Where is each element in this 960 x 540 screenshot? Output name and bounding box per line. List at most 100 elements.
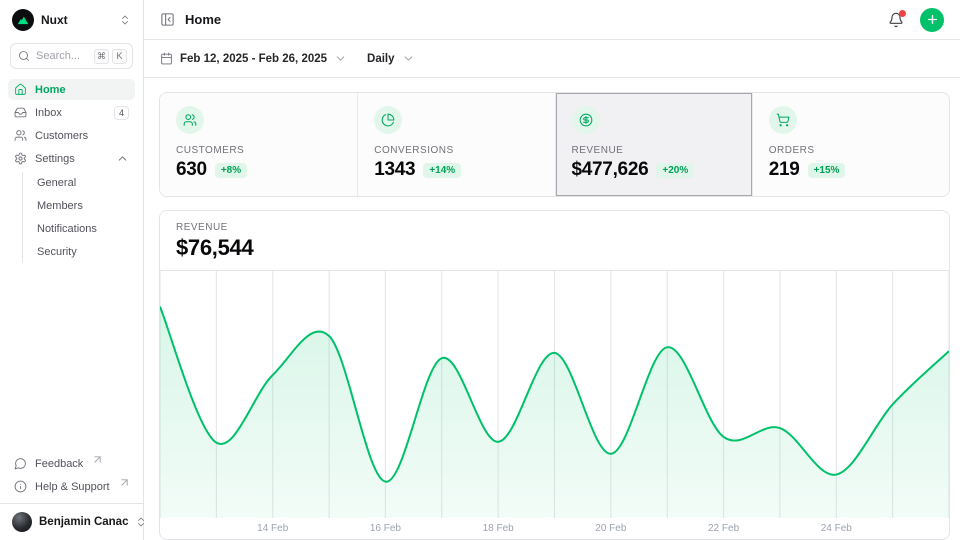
sidebar-sub-item-members[interactable]: Members xyxy=(23,195,135,216)
search-shortcut: ⌘ K xyxy=(94,49,127,64)
sidebar-item-inbox[interactable]: Inbox 4 xyxy=(8,102,135,123)
stat-value: 630 xyxy=(176,159,207,181)
footer-link-label: Feedback xyxy=(35,458,83,470)
revenue-area-chart[interactable] xyxy=(160,271,949,518)
page-title: Home xyxy=(185,12,878,27)
notifications-button[interactable] xyxy=(888,12,904,28)
x-axis-tick: 24 Feb xyxy=(821,523,852,534)
x-axis-tick: 18 Feb xyxy=(483,523,514,534)
search-placeholder: Search... xyxy=(36,50,88,62)
x-axis-tick: 14 Feb xyxy=(257,523,288,534)
stat-label: CUSTOMERS xyxy=(176,145,341,156)
team-switcher-button[interactable]: Nuxt xyxy=(12,9,131,31)
sidebar-spacer xyxy=(0,263,143,453)
period-select[interactable]: Daily xyxy=(367,52,415,65)
panel-left-close-icon xyxy=(160,12,175,27)
stat-card-revenue[interactable]: REVENUE $477,626 +20% xyxy=(555,93,752,196)
settings-sub-menu: GeneralMembersNotificationsSecurity xyxy=(22,172,135,262)
sidebar-item-label: Inbox xyxy=(35,107,106,119)
pie-chart-icon xyxy=(374,106,402,134)
sidebar-item-label: Customers xyxy=(35,130,129,142)
info-icon xyxy=(14,480,27,493)
chevron-up-icon xyxy=(116,152,129,165)
sidebar-user-section: Benjamin Canac xyxy=(0,503,143,540)
stat-delta-badge: +8% xyxy=(215,163,247,178)
add-button[interactable] xyxy=(920,8,944,32)
message-circle-icon xyxy=(14,457,27,470)
team-name: Nuxt xyxy=(41,13,112,27)
stat-value-row: 219 +15% xyxy=(769,159,933,181)
stat-value-row: 1343 +14% xyxy=(374,159,538,181)
chevrons-up-down-icon xyxy=(119,14,131,26)
kbd-cmd: ⌘ xyxy=(94,49,109,64)
sidebar-item-home[interactable]: Home xyxy=(8,79,135,100)
date-range-label: Feb 12, 2025 - Feb 26, 2025 xyxy=(180,53,327,65)
stat-label: CONVERSIONS xyxy=(374,145,538,156)
period-label: Daily xyxy=(367,53,395,65)
avatar xyxy=(12,512,32,532)
stats-row: CUSTOMERS 630 +8% CONVERSIONS 1343 +14% … xyxy=(159,92,950,197)
stat-label: REVENUE xyxy=(572,145,736,156)
revenue-chart-panel: REVENUE $76,544 14 Feb 16 Feb 18 Feb 20 Feb… xyxy=(159,210,950,540)
stat-value: $477,626 xyxy=(572,159,649,181)
app-window: Nuxt Search... ⌘ K Home Inbox 4 Customer… xyxy=(0,0,960,540)
cart-icon xyxy=(769,106,797,134)
sidebar-sub-item-general[interactable]: General xyxy=(23,172,135,193)
search-icon xyxy=(18,50,30,62)
stat-value: 1343 xyxy=(374,159,415,181)
users-stat-icon xyxy=(176,106,204,134)
arrow-up-right-icon xyxy=(118,476,131,489)
chart-total: $76,544 xyxy=(176,235,933,261)
chart-header: REVENUE $76,544 xyxy=(160,211,949,271)
content: CUSTOMERS 630 +8% CONVERSIONS 1343 +14% … xyxy=(144,78,960,540)
chevron-down-icon xyxy=(334,52,347,65)
search-input[interactable]: Search... ⌘ K xyxy=(10,43,133,69)
arrow-up-right-icon xyxy=(91,453,104,466)
chevron-down-icon xyxy=(402,52,415,65)
filterbar: Feb 12, 2025 - Feb 26, 2025 Daily xyxy=(144,40,960,78)
sidebar-item-customers[interactable]: Customers xyxy=(8,125,135,146)
chart-x-axis: 14 Feb 16 Feb 18 Feb 20 Feb 22 Feb 24 Feb xyxy=(160,518,949,539)
plus-icon xyxy=(926,13,939,26)
sidebar: Nuxt Search... ⌘ K Home Inbox 4 Customer… xyxy=(0,0,144,540)
sidebar-item-label: Home xyxy=(35,84,129,96)
sidebar-item-label: Settings xyxy=(35,153,108,165)
main-area: Home Feb 12, 2025 - Feb 26, 2025 Daily xyxy=(144,0,960,540)
sidebar-sub-item-notifications[interactable]: Notifications xyxy=(23,218,135,239)
user-menu-button[interactable]: Benjamin Canac xyxy=(12,512,131,532)
chart-label: REVENUE xyxy=(176,222,933,233)
stat-value: 219 xyxy=(769,159,800,181)
sidebar-header: Nuxt xyxy=(0,0,143,35)
sidebar-item-settings[interactable]: Settings xyxy=(8,148,135,169)
calendar-icon xyxy=(160,52,173,65)
house-icon xyxy=(14,83,27,96)
stat-value-row: $477,626 +20% xyxy=(572,159,736,181)
sidebar-link-feedback[interactable]: Feedback xyxy=(8,453,135,474)
kbd-k: K xyxy=(112,49,127,64)
stat-delta-badge: +14% xyxy=(423,163,461,178)
collapse-sidebar-button[interactable] xyxy=(160,12,175,27)
user-name: Benjamin Canac xyxy=(39,516,128,528)
inbox-count-badge: 4 xyxy=(114,106,129,120)
sidebar-nav: Home Inbox 4 Customers Settings GeneralM… xyxy=(0,79,143,263)
stat-delta-badge: +15% xyxy=(808,163,846,178)
stat-label: ORDERS xyxy=(769,145,933,156)
inbox-icon xyxy=(14,106,27,119)
notification-dot xyxy=(899,10,906,17)
x-axis-tick: 16 Feb xyxy=(370,523,401,534)
dollar-circle-icon xyxy=(572,106,600,134)
x-axis-tick: 20 Feb xyxy=(595,523,626,534)
topbar: Home xyxy=(144,0,960,40)
date-range-picker[interactable]: Feb 12, 2025 - Feb 26, 2025 xyxy=(160,52,347,65)
stat-card-customers[interactable]: CUSTOMERS 630 +8% xyxy=(160,93,357,196)
x-axis-tick: 22 Feb xyxy=(708,523,739,534)
stat-delta-badge: +20% xyxy=(656,163,694,178)
sidebar-footer-links: Feedback Help & Support xyxy=(0,453,143,503)
sidebar-sub-item-security[interactable]: Security xyxy=(23,241,135,262)
stat-card-orders[interactable]: ORDERS 219 +15% xyxy=(752,93,949,196)
footer-link-label: Help & Support xyxy=(35,481,110,493)
stat-value-row: 630 +8% xyxy=(176,159,341,181)
stat-card-conversions[interactable]: CONVERSIONS 1343 +14% xyxy=(357,93,554,196)
sidebar-link-help-support[interactable]: Help & Support xyxy=(8,476,135,497)
gear-icon xyxy=(14,152,27,165)
